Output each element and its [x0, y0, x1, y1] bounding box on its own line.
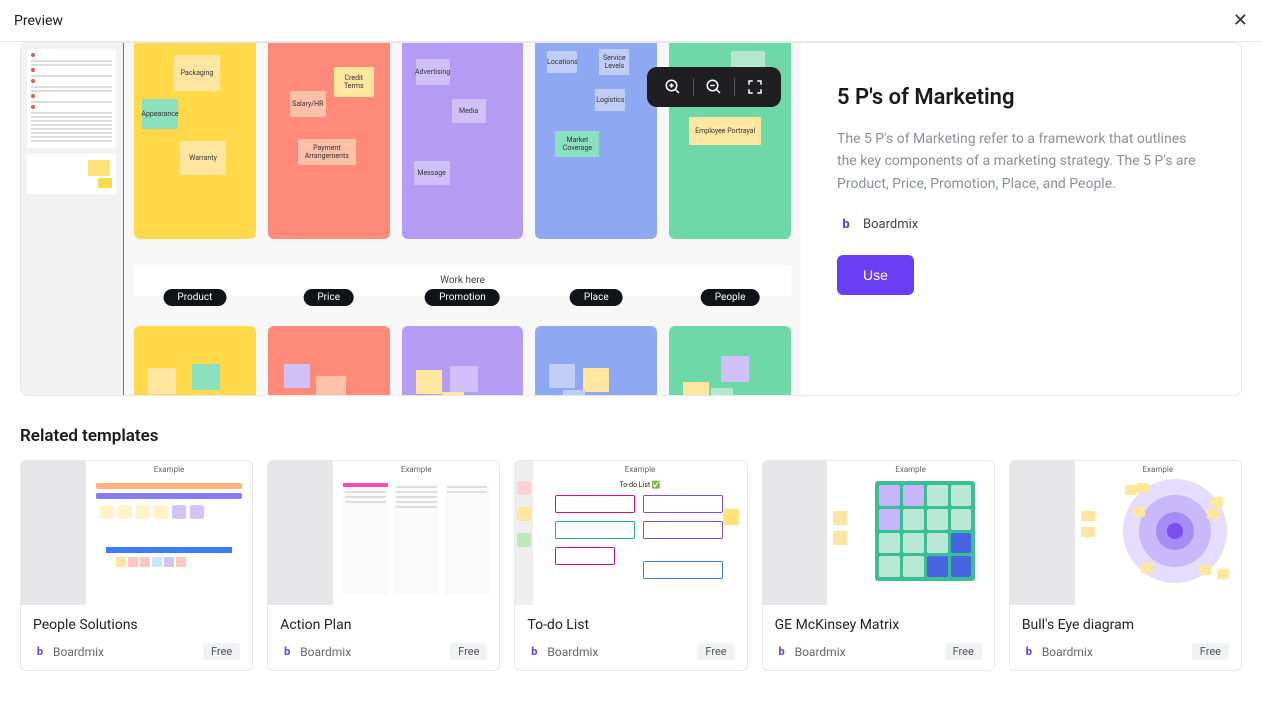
column-price-bottom: Price: [268, 326, 390, 395]
column-label-price: Price: [303, 289, 354, 306]
template-info-panel: 5 P's of Marketing The 5 P's of Marketin…: [801, 43, 1241, 395]
column-promotion-top: Advertising Media Message: [402, 43, 524, 239]
sticky-note[interactable]: [416, 370, 442, 394]
template-card-title: People Solutions: [33, 617, 240, 633]
sticky-note[interactable]: [316, 376, 346, 395]
column-people-bottom: People: [669, 326, 791, 395]
thumb-label: Example: [895, 465, 926, 474]
related-templates-list: Example People Solutions b Boardmix Free: [20, 460, 1242, 671]
sticky-note[interactable]: [563, 390, 585, 395]
canvas-thumbnail-sidebar: [21, 43, 123, 395]
thumb-label: Example: [401, 465, 432, 474]
sticky-note[interactable]: [284, 364, 310, 388]
boardmix-logo-icon: b: [527, 645, 541, 659]
sticky-note[interactable]: Appearance: [142, 99, 178, 129]
column-price-top: Credit Terms Salary/HR Payment Arrangeme…: [268, 43, 390, 239]
thumb-label: Example: [625, 465, 656, 474]
sticky-note[interactable]: [549, 364, 575, 388]
template-thumbnail: Example: [1010, 461, 1241, 605]
sticky-note[interactable]: [442, 392, 464, 395]
close-button[interactable]: ✕: [1233, 10, 1248, 31]
template-card-author: Boardmix: [795, 645, 846, 659]
sticky-note[interactable]: Warranty: [180, 141, 226, 175]
sticky-note[interactable]: Locations: [547, 51, 577, 73]
column-label-product: Product: [163, 289, 226, 306]
sticky-note[interactable]: Credit Terms: [334, 67, 374, 97]
template-description: The 5 P's of Marketing refer to a framew…: [837, 128, 1205, 195]
thumb-title: To-do List ✅: [533, 481, 746, 489]
column-product-top: Packaging Appearance Warranty: [134, 43, 256, 239]
template-card-title: GE McKinsey Matrix: [775, 617, 982, 633]
template-card-title: Action Plan: [280, 617, 487, 633]
boardmix-logo-icon: b: [775, 645, 789, 659]
sticky-note[interactable]: Advertising: [416, 59, 450, 85]
template-card[interactable]: Example GE McKinsey Matrix b Boardmix Fre…: [762, 460, 995, 671]
sticky-note[interactable]: [192, 364, 220, 390]
price-badge: Free: [945, 643, 982, 660]
page-title: Preview: [14, 13, 63, 29]
sticky-note[interactable]: Packaging: [174, 55, 220, 91]
sticky-note[interactable]: Market Coverage: [555, 131, 599, 157]
sticky-note[interactable]: Logistics: [595, 89, 625, 111]
template-thumbnail: Example: [763, 461, 994, 605]
sticky-note[interactable]: [683, 382, 709, 395]
boardmix-logo-icon: b: [280, 645, 294, 659]
template-card[interactable]: Example Action Plan b Boardmix Free: [267, 460, 500, 671]
sticky-note[interactable]: [583, 368, 609, 392]
zoom-in-icon[interactable]: [663, 77, 683, 97]
template-card[interactable]: Example: [1009, 460, 1242, 671]
thumb-label: Example: [154, 465, 185, 474]
boardmix-logo-icon: b: [837, 215, 855, 233]
zoom-out-icon[interactable]: [704, 77, 724, 97]
price-badge: Free: [697, 643, 734, 660]
column-product-bottom: Product: [134, 326, 256, 395]
price-badge: Free: [1192, 643, 1229, 660]
sticky-note[interactable]: Media: [452, 99, 486, 123]
sticky-note[interactable]: Service Levels: [599, 49, 629, 75]
column-label-place: Place: [570, 289, 623, 306]
template-card[interactable]: Example People Solutions b Boardmix Free: [20, 460, 253, 671]
template-thumbnail: Example To-do List ✅: [515, 461, 746, 605]
related-heading: Related templates: [20, 426, 1242, 446]
template-card-title: To-do List: [527, 617, 734, 633]
thumb-label: Example: [1143, 465, 1174, 474]
template-card-author: Boardmix: [53, 645, 104, 659]
template-thumbnail: Example: [21, 461, 252, 605]
column-label-promotion: Promotion: [425, 289, 500, 306]
column-place-top: Locations Service Levels Logistics Marke…: [535, 43, 657, 239]
template-canvas[interactable]: Packaging Appearance Warranty Credit Ter…: [21, 43, 801, 395]
template-card-author: Boardmix: [300, 645, 351, 659]
template-card[interactable]: Example To-do List ✅ To-do List b Boardmi…: [514, 460, 747, 671]
sticky-note[interactable]: [450, 366, 478, 392]
template-card-author: Boardmix: [1042, 645, 1093, 659]
preview-card: Packaging Appearance Warranty Credit Ter…: [20, 42, 1242, 396]
sticky-note[interactable]: Payment Arrangements: [298, 139, 356, 165]
template-title: 5 P's of Marketing: [837, 85, 1205, 110]
template-author: Boardmix: [863, 217, 918, 232]
boardmix-logo-icon: b: [33, 645, 47, 659]
template-card-author: Boardmix: [547, 645, 598, 659]
sticky-note[interactable]: Message: [414, 161, 450, 185]
sticky-note[interactable]: [148, 368, 176, 394]
use-template-button[interactable]: Use: [837, 255, 914, 295]
price-badge: Free: [203, 643, 240, 660]
template-thumbnail: Example: [268, 461, 499, 605]
sticky-note[interactable]: [721, 356, 749, 382]
sticky-note[interactable]: Salary/HR: [290, 91, 326, 117]
sticky-note[interactable]: [711, 388, 733, 395]
column-place-bottom: Place: [535, 326, 657, 395]
column-label-people: People: [701, 289, 760, 306]
boardmix-logo-icon: b: [1022, 645, 1036, 659]
column-promotion-bottom: Promotion: [402, 326, 524, 395]
price-badge: Free: [450, 643, 487, 660]
zoom-toolbar: [647, 67, 781, 107]
sticky-note[interactable]: Employee Portrayal: [689, 117, 761, 145]
fullscreen-icon[interactable]: [745, 77, 765, 97]
template-card-title: Bull's Eye diagram: [1022, 617, 1229, 633]
